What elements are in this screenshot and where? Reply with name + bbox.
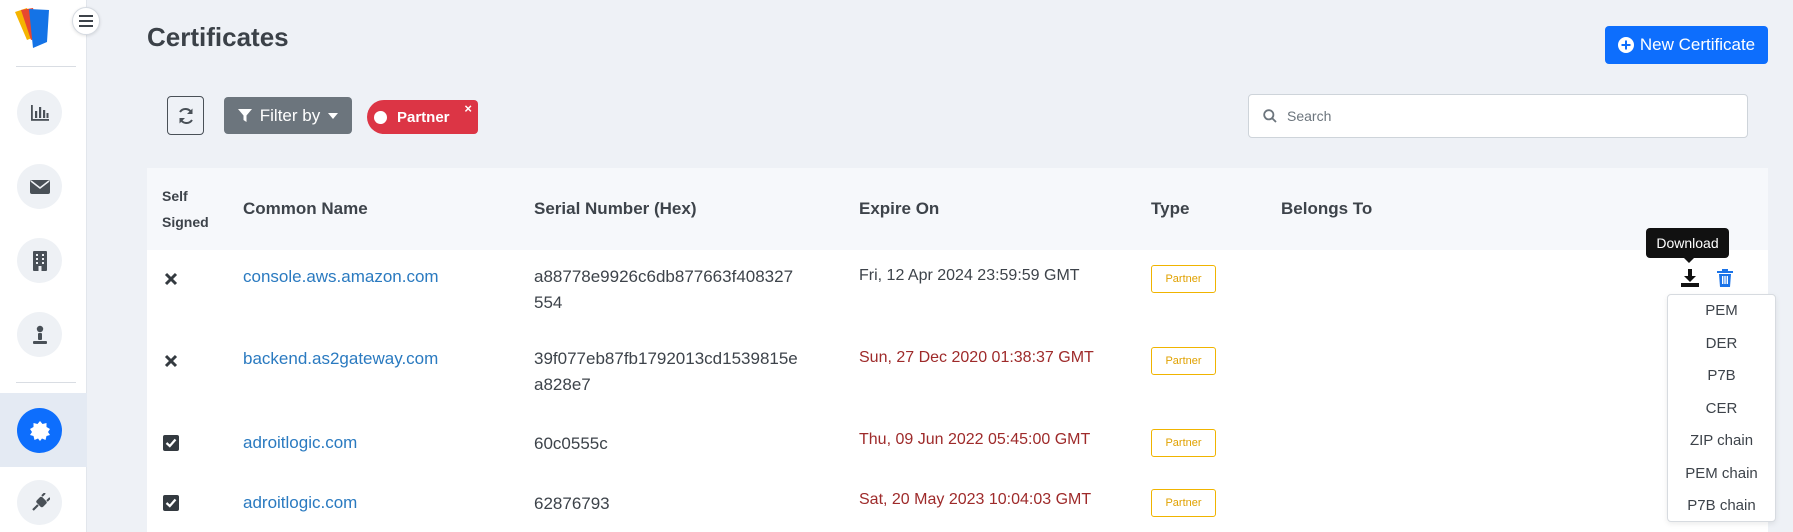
certificates-table: Self Signed Common Name Serial Number (H… [147,168,1768,532]
serial-line2: a828e7 [534,375,591,394]
filter-chip-label: Partner [397,108,450,126]
new-certificate-button[interactable]: New Certificate [1605,26,1768,64]
expire-date: Thu, 09 Jun 2022 05:45:00 GMT [859,431,1091,448]
sidebar-item-connectors[interactable] [17,480,62,525]
table-row: console.aws.amazon.com a88778e9926c6db87… [147,250,1768,332]
menu-item-p7b[interactable]: P7B [1668,367,1775,384]
filter-icon [237,108,252,122]
menu-item-der[interactable]: DER [1668,335,1775,352]
refresh-icon [178,107,193,124]
header-expire-on[interactable]: Expire On [859,199,939,219]
header-self-signed-line2: Signed [162,214,209,230]
header-belongs-to[interactable]: Belongs To [1281,199,1372,219]
search-box [1248,94,1748,138]
sidebar-divider [16,66,76,67]
common-name-link[interactable]: backend.as2gateway.com [243,349,438,369]
serial-line1: a88778e9926c6db877663f408327 [534,267,794,286]
download-button[interactable] [1680,268,1700,288]
person-icon [32,325,47,344]
sidebar-item-stations[interactable] [17,238,62,283]
page-title: Certificates [147,22,289,52]
table-header: Self Signed Common Name Serial Number (H… [147,168,1768,250]
download-icon [1681,269,1699,287]
sidebar-item-partners[interactable] [17,312,62,357]
search-input[interactable] [1287,108,1727,124]
download-format-menu: PEM DER P7B CER ZIP chain PEM chain P7B … [1667,294,1776,522]
envelope-icon [29,179,50,194]
common-name-link[interactable]: adroitlogic.com [243,493,357,513]
serial-line1: 39f077eb87fb1792013cd1539815e [534,349,798,368]
header-self-signed: Self Signed [162,183,209,235]
header-serial-number[interactable]: Serial Number (Hex) [534,199,697,219]
app-logo [15,8,49,48]
common-name-link[interactable]: adroitlogic.com [243,433,357,453]
header-common-name[interactable]: Common Name [243,199,368,219]
header-self-signed-line1: Self [162,188,188,204]
table-row: adroitlogic.com 60c0555c Thu, 09 Jun 202… [147,414,1768,474]
type-badge: Partner [1151,347,1216,375]
plug-icon [31,492,50,511]
certificate-icon [29,420,50,441]
search-icon [1263,109,1277,123]
caret-down-icon [328,112,339,119]
header-type[interactable]: Type [1151,199,1189,219]
serial-number: 60c0555c [534,434,608,453]
expire-date: Sun, 27 Dec 2020 01:38:37 GMT [859,349,1094,366]
remove-filter-icon[interactable]: × [464,101,472,116]
tooltip-arrow [1683,257,1695,263]
cross-icon [162,270,180,288]
sidebar-item-certificates[interactable] [17,408,62,453]
delete-button[interactable] [1717,269,1735,289]
chart-icon [30,104,49,121]
new-certificate-label: New Certificate [1639,35,1756,54]
menu-item-pem-chain[interactable]: PEM chain [1668,465,1775,482]
chip-dot-icon [374,110,387,124]
type-badge: Partner [1151,429,1216,457]
expire-date: Sat, 20 May 2023 10:04:03 GMT [859,491,1092,508]
expire-date: Fri, 12 Apr 2024 23:59:59 GMT [859,267,1080,284]
sidebar [0,0,87,532]
building-icon [32,250,47,271]
download-tooltip: Download [1646,228,1729,258]
type-badge: Partner [1151,265,1216,293]
refresh-button[interactable] [167,96,204,135]
table-row: backend.as2gateway.com 39f077eb87fb17920… [147,332,1768,414]
checkbox-checked-icon [162,494,180,512]
trash-icon [1717,269,1733,287]
common-name-link[interactable]: console.aws.amazon.com [243,267,439,287]
menu-item-p7b-chain[interactable]: P7B chain [1668,497,1775,514]
sidebar-item-messages[interactable] [17,164,62,209]
checkbox-checked-icon [162,434,180,452]
sidebar-item-dashboard[interactable] [17,90,62,135]
menu-item-pem[interactable]: PEM [1668,302,1775,319]
menu-item-cer[interactable]: CER [1668,400,1775,417]
serial-line2: 554 [534,293,563,312]
hamburger-icon [79,15,93,27]
filter-by-button[interactable]: Filter by [224,97,352,134]
serial-number: 39f077eb87fb1792013cd1539815e a828e7 [534,346,834,398]
menu-item-zip-chain[interactable]: ZIP chain [1668,432,1775,449]
table-row: adroitlogic.com 62876793 Sat, 20 May 202… [147,474,1768,532]
serial-number: 62876793 [534,494,610,513]
serial-number: a88778e9926c6db877663f408327 554 [534,264,834,316]
menu-toggle-button[interactable] [72,7,100,35]
type-badge: Partner [1151,489,1216,517]
cross-icon [162,352,180,370]
filter-chip-partner: Partner × [367,100,478,134]
filter-by-label: Filter by [259,105,321,125]
sidebar-divider [16,382,76,383]
plus-circle-icon [1617,37,1634,53]
